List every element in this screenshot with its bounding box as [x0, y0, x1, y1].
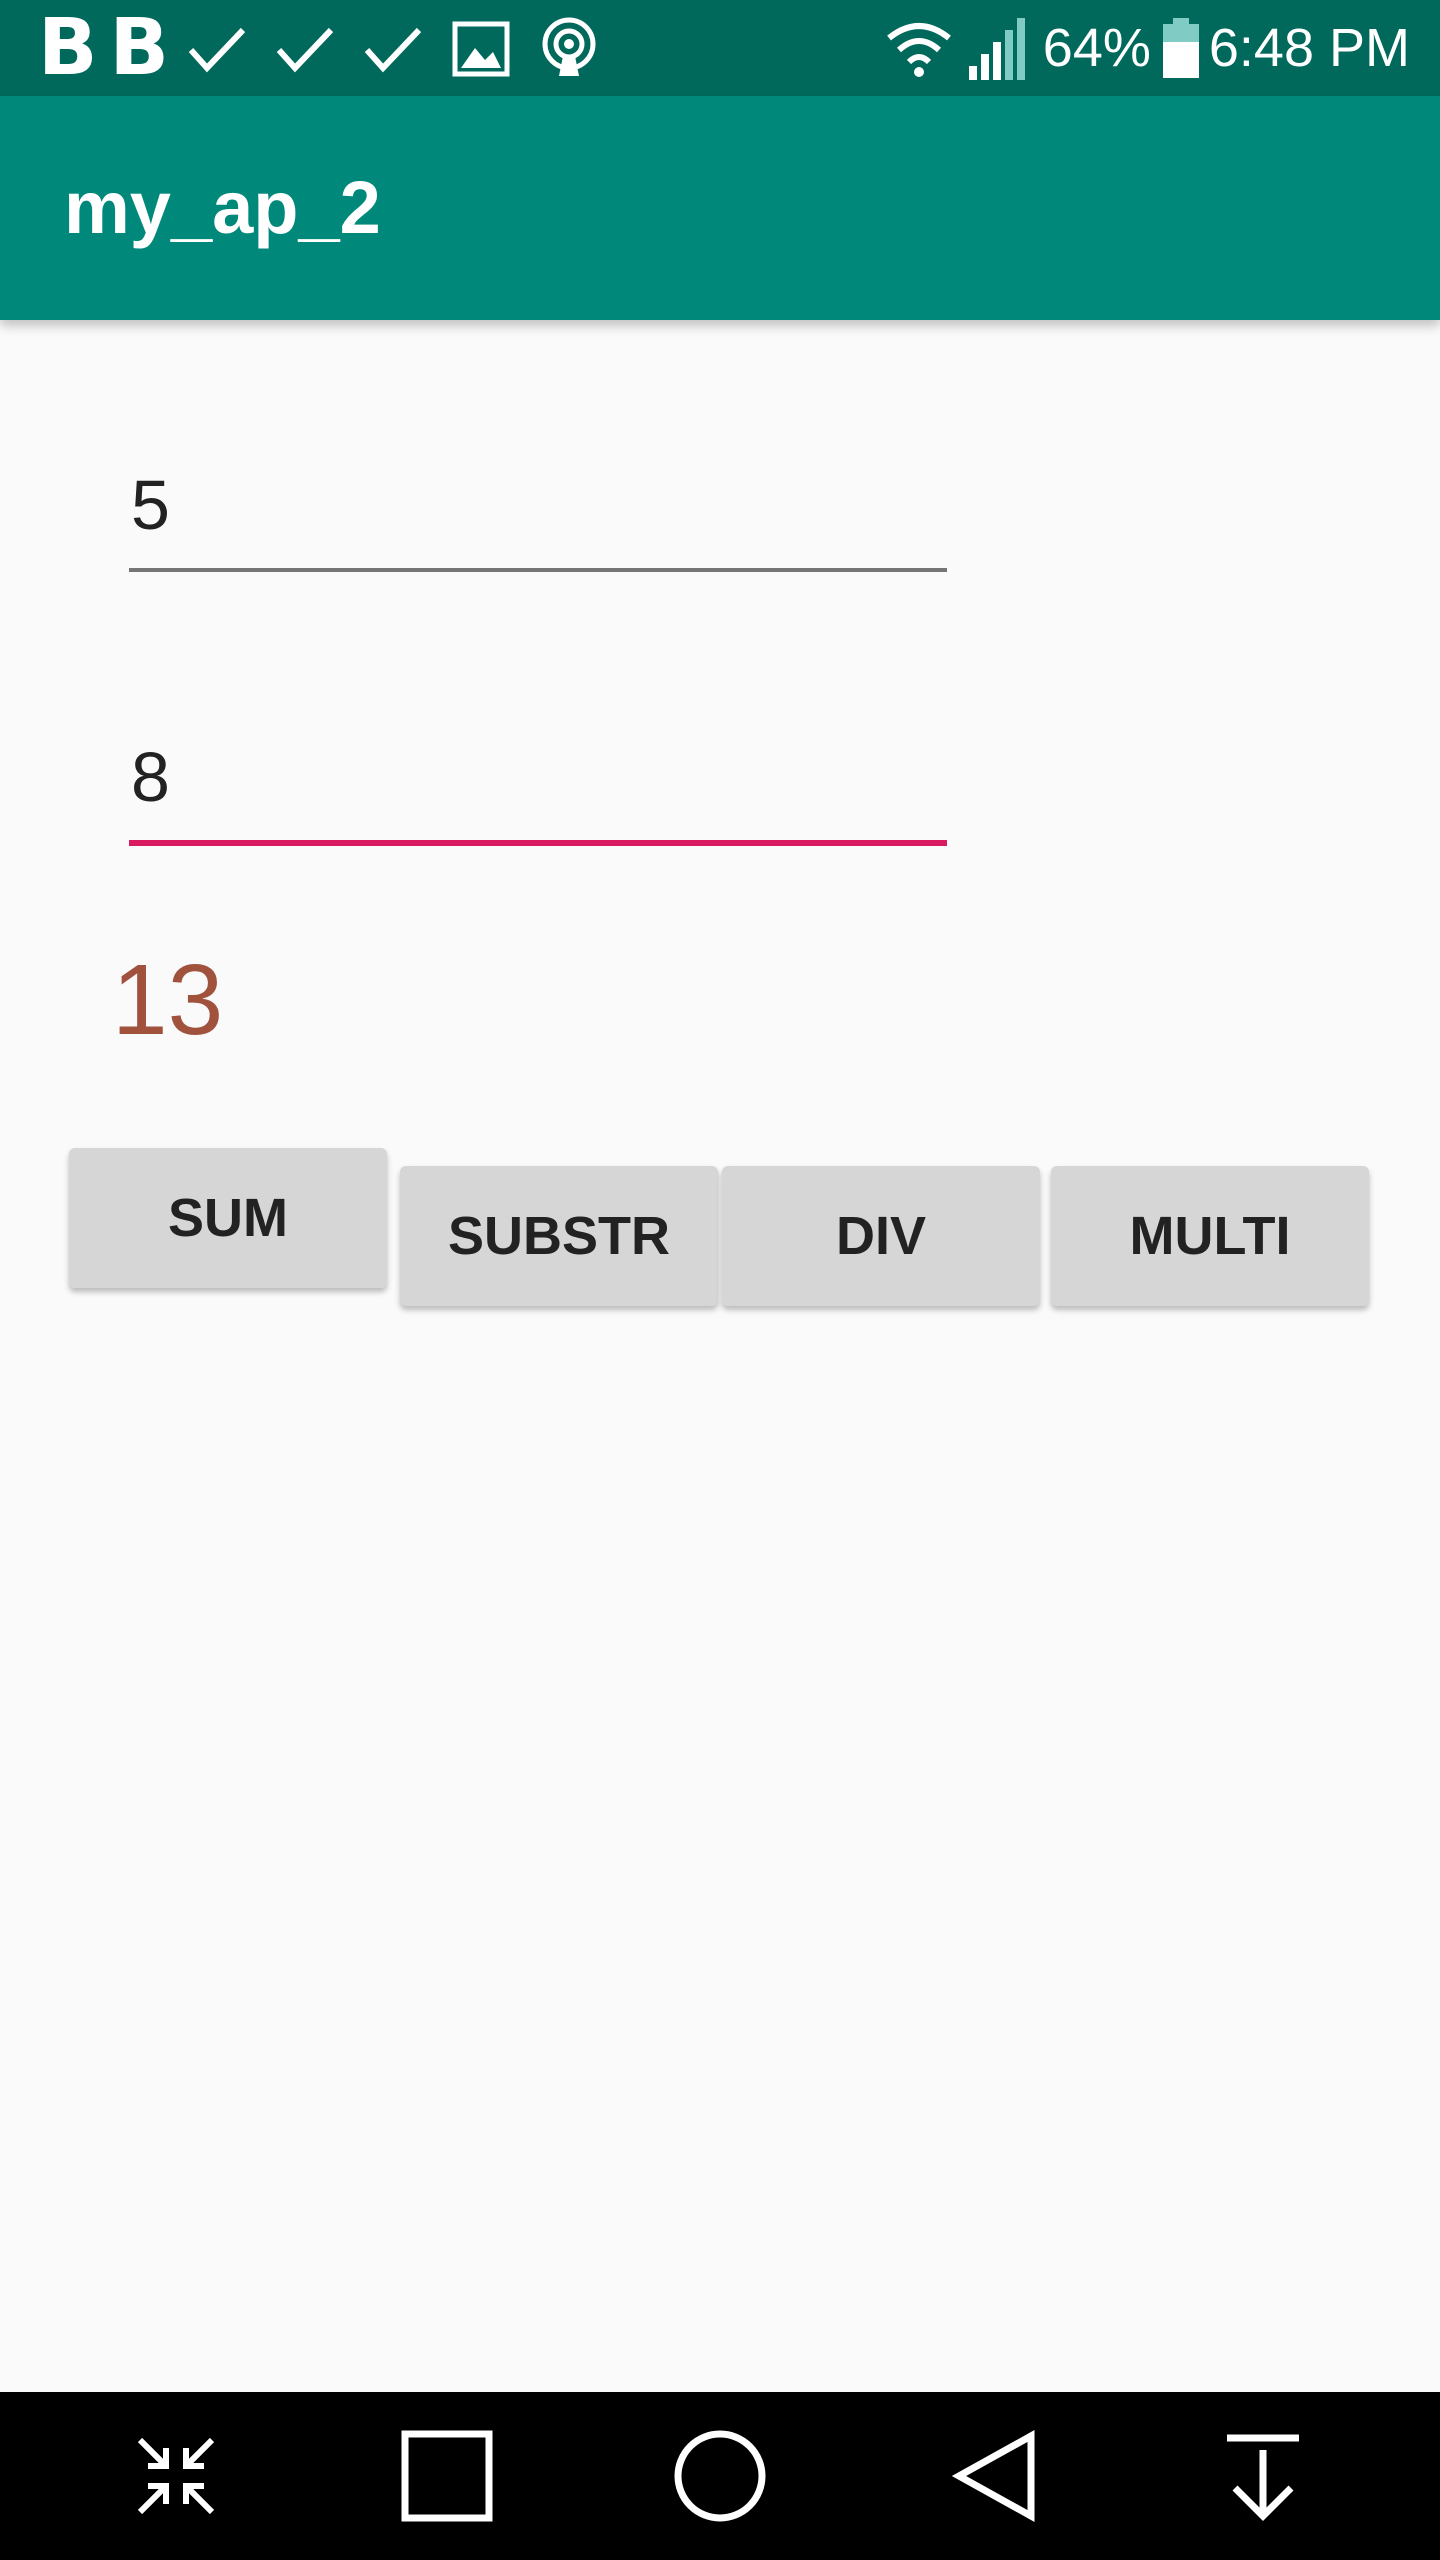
battery-icon [1162, 18, 1199, 78]
notification-pull-down-icon[interactable] [1163, 2392, 1363, 2560]
result-text: 13 [112, 944, 224, 1056]
battery-percent: 64% [1042, 18, 1151, 78]
second-number-field-container [129, 720, 947, 846]
check-icon [276, 27, 334, 73]
app-title: my_ap_2 [64, 166, 381, 249]
minimize-arrows-icon[interactable] [76, 2392, 276, 2560]
wifi-icon [886, 23, 951, 77]
status-bar-notifications: B B [38, 0, 621, 96]
image-icon [452, 21, 510, 77]
first-number-field-container [129, 448, 947, 572]
recents-square-icon[interactable] [347, 2392, 547, 2560]
clock: 6:48 PM [1208, 18, 1410, 78]
multi-button[interactable]: MULTI [1051, 1166, 1369, 1306]
div-button[interactable]: DIV [722, 1166, 1040, 1306]
navigation-bar [0, 2392, 1440, 2560]
status-bar: B B 64% 6:48 PM [0, 0, 1440, 96]
check-icon [364, 27, 422, 73]
b-badge-icon: B [109, 3, 168, 93]
back-triangle-icon[interactable] [893, 2392, 1093, 2560]
home-circle-icon[interactable] [620, 2392, 820, 2560]
signal-icon [968, 18, 1025, 80]
first-number-input[interactable] [129, 448, 947, 568]
b-badge-icon: B [38, 3, 97, 93]
substr-button[interactable]: SUBSTR [400, 1166, 718, 1306]
app-bar: my_ap_2 [0, 96, 1440, 320]
second-number-input[interactable] [129, 720, 947, 840]
podcast-icon [542, 17, 596, 76]
check-icon [188, 27, 246, 73]
sum-button[interactable]: SUM [69, 1148, 387, 1288]
status-bar-system: 64% 6:48 PM [883, 0, 1410, 96]
